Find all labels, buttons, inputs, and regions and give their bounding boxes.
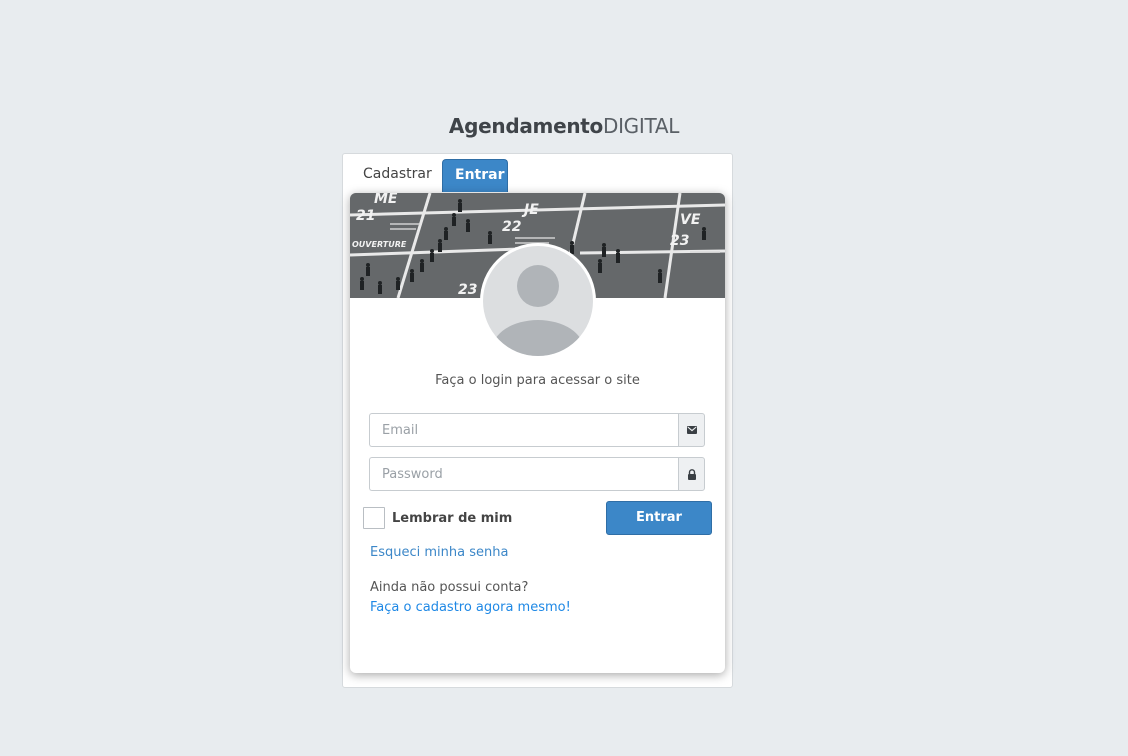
cover-day-21: 21 <box>356 208 375 224</box>
cover-day-22: 22 <box>502 219 521 235</box>
cover-day-me: ME <box>374 193 398 207</box>
login-subtitle: Faça o login para acessar o site <box>435 373 640 388</box>
envelope-icon <box>678 413 705 447</box>
user-placeholder-icon <box>483 246 593 356</box>
cover-day-ve: VE <box>680 212 701 228</box>
no-account-text: Ainda não possui conta? <box>370 580 529 595</box>
lock-icon <box>678 457 705 491</box>
password-field <box>369 457 705 491</box>
email-input[interactable] <box>369 413 678 447</box>
remember-checkbox[interactable] <box>363 507 385 529</box>
cover-day-23b: 23 <box>458 282 477 298</box>
cover-day-23: 23 <box>670 233 689 249</box>
avatar <box>480 243 596 359</box>
login-button[interactable]: Entrar <box>606 501 712 535</box>
remember-me[interactable]: Lembrar de mim <box>363 507 512 529</box>
login-card: ME 21 JE 22 VE 23 OUVERTURE 23 Faça o lo… <box>350 193 725 673</box>
auth-panel: Cadastrar Entrar ME 21 JE 22 VE 23 OUVER… <box>342 153 733 688</box>
email-field <box>369 413 705 447</box>
cover-day-je: JE <box>521 202 539 218</box>
cover-ouverture: OUVERTURE <box>352 240 407 249</box>
signup-link[interactable]: Faça o cadastro agora mesmo! <box>370 600 571 615</box>
app-title: AgendamentoDIGITAL <box>0 114 1128 138</box>
forgot-password-link[interactable]: Esqueci minha senha <box>370 545 508 560</box>
app-title-light: DIGITAL <box>602 114 680 138</box>
app-title-bold: Agendamento <box>448 114 603 138</box>
tab-entrar[interactable]: Entrar <box>442 159 508 192</box>
password-input[interactable] <box>369 457 678 491</box>
remember-label: Lembrar de mim <box>392 510 513 526</box>
tab-cadastrar[interactable]: Cadastrar <box>351 159 444 192</box>
